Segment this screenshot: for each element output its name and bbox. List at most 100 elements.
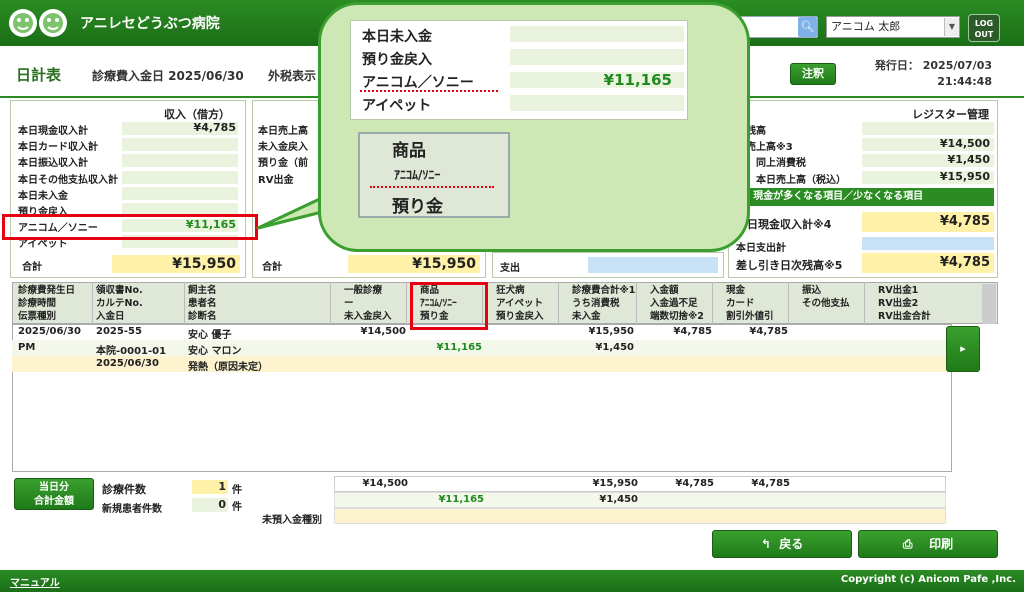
expense-field	[588, 257, 718, 273]
summary-row-3	[334, 508, 946, 524]
grid-cell: 2025/06/30	[96, 358, 159, 369]
callout-row-field	[510, 26, 684, 42]
callout-header-line3: 預り金	[392, 197, 443, 217]
grid-column-header: 患者名	[188, 298, 217, 309]
sum-anicom: ¥11,165	[438, 494, 484, 505]
cash-total-value: ¥4,785	[939, 214, 990, 229]
grid-column-header: 診療費発生日	[18, 285, 76, 296]
unpaid-type-label: 未預入金種別	[262, 515, 322, 526]
expense-label: 支出	[500, 263, 520, 274]
income-title: 収入（借方）	[164, 108, 230, 121]
callout-row-label: アイペット	[362, 98, 432, 114]
register-row-value: ¥1,450	[947, 153, 990, 167]
sales-row-label: 預り金（前	[258, 158, 308, 170]
logout-button[interactable]: LOG OUT	[968, 14, 1000, 42]
grid-scrollbar[interactable]	[982, 284, 996, 324]
grid-cell: ¥4,785	[749, 326, 788, 337]
grid-cell: ¥15,950	[588, 326, 634, 337]
expense-total-label: 本日支出計	[736, 243, 786, 254]
back-button[interactable]: ↰ 戻る	[712, 530, 852, 558]
grid-column-header: ー	[344, 298, 354, 309]
tax-display: 外税表示	[268, 69, 317, 83]
sum-cash: ¥4,785	[751, 478, 790, 489]
new-patient-unit: 件	[232, 502, 242, 513]
print-button[interactable]: ⎙ 印刷	[858, 530, 998, 558]
grid-cell: 安心 マロン	[188, 346, 242, 357]
callout-row-field	[510, 95, 684, 111]
grid-column-header: 振込	[802, 285, 822, 296]
grid-column-header: 預り金戻入	[496, 311, 544, 322]
highlight-anicom-row	[2, 214, 258, 240]
income-total-value: ¥15,950	[172, 256, 236, 272]
grid-column-header: 端数切捨※2	[650, 311, 704, 322]
income-row-label: 本日現金収入計	[18, 126, 88, 137]
chevron-down-icon[interactable]: ▼	[944, 18, 959, 36]
sales-row-label: 本日売上高	[258, 126, 308, 137]
grid-column-header: 診療時間	[18, 298, 57, 309]
grid-column-header: カルテNo.	[96, 298, 143, 309]
page-title: 日計表	[16, 66, 62, 84]
grid-column-header: 診療費合計※1	[572, 285, 636, 296]
register-title: レジスター管理	[912, 108, 989, 121]
grid-column-header: 領収書No.	[96, 285, 143, 296]
expense-total-field	[862, 237, 994, 250]
payment-date: 診療費入金日 2025/06/30	[92, 69, 244, 83]
grid-column-header: 飼主名	[188, 285, 217, 296]
app-name: アニレセどうぶつ病院	[80, 16, 220, 32]
income-row-label: 本日カード収入計	[18, 142, 98, 154]
register-row-label: 本日売上高（税込）	[756, 174, 846, 186]
new-patient-label: 新規患者件数	[102, 504, 162, 515]
grid-column-header: RV出金合計	[878, 311, 931, 322]
grid-column-header: カード	[726, 298, 755, 309]
manual-link[interactable]: マニュアル	[10, 574, 60, 589]
copyright: Copyright (c) Anicom Pafe ,Inc.	[840, 574, 1016, 585]
income-total-label: 合計	[22, 262, 42, 273]
app-logo-icon	[9, 9, 67, 37]
grid-column-header: 入金過不足	[650, 298, 698, 309]
callout-header-line2: ｱﾆｺﾑ/ｿﾆｰ	[394, 168, 441, 182]
grid-cell: 発熱（原因未定）	[188, 362, 268, 373]
income-row-value: ¥4,785	[193, 121, 236, 134]
grid-column-header: 一般診療	[344, 285, 383, 296]
income-row-field	[122, 170, 238, 184]
back-arrow-icon: ↰	[760, 537, 771, 551]
daily-total-button[interactable]: 当日分 合計金額	[14, 478, 94, 510]
sales-total-label: 合計	[262, 262, 282, 273]
issue-date: 発行日： 2025/07/03 21:44:48	[874, 59, 992, 88]
user-select[interactable]: アニコム 太郎	[826, 16, 960, 38]
visit-count-unit: 件	[232, 485, 242, 496]
grid-column-header: 割引外値引	[726, 311, 774, 322]
cash-total-label: 本日現金収入計※4	[736, 218, 832, 231]
next-arrow-button[interactable]: ▸	[946, 326, 980, 372]
register-band: ▶ 現金が多くなる項目／少なくなる項目	[732, 188, 994, 206]
search-icon[interactable]: 🔍︎	[798, 17, 817, 37]
income-row-label: 本日振込収入計	[18, 158, 88, 170]
income-row-field	[122, 186, 238, 200]
note-button[interactable]: 注釈	[790, 63, 836, 85]
grid-cell: 本院-0001-01	[96, 346, 167, 357]
register-row-label: 同上消費税	[756, 158, 806, 170]
callout-row-label: 預り金戻入	[362, 52, 432, 68]
income-row-label: 本日その他支払収入計	[18, 174, 118, 186]
callout-row-field	[510, 49, 684, 65]
printer-icon: ⎙	[902, 537, 913, 551]
sales-row-label: RV出金	[258, 174, 294, 186]
register-row-value: ¥15,950	[939, 169, 990, 183]
grid-cell: PM	[18, 342, 36, 353]
register-row-value: ¥14,500	[939, 137, 990, 151]
grid-cell: ¥14,500	[360, 326, 406, 337]
income-row-label: 本日未入金	[18, 190, 68, 202]
grid-column-header: 未入金戻入	[344, 311, 392, 322]
balance-label: 差し引き日次残高※5	[736, 259, 843, 272]
new-patient-value: 0	[218, 498, 226, 511]
grid-column-header: 診断名	[188, 311, 217, 322]
callout-underline-1	[360, 90, 498, 92]
grid-column-header: RV出金2	[878, 298, 919, 309]
grid-column-header: 現金	[726, 285, 746, 296]
income-row-field	[122, 154, 238, 168]
sales-total-value: ¥15,950	[412, 256, 476, 272]
callout-row-value: ¥11,165	[603, 71, 672, 89]
register-row-field	[862, 122, 994, 135]
balance-value: ¥4,785	[939, 255, 990, 270]
sum-total: ¥15,950	[592, 478, 638, 489]
